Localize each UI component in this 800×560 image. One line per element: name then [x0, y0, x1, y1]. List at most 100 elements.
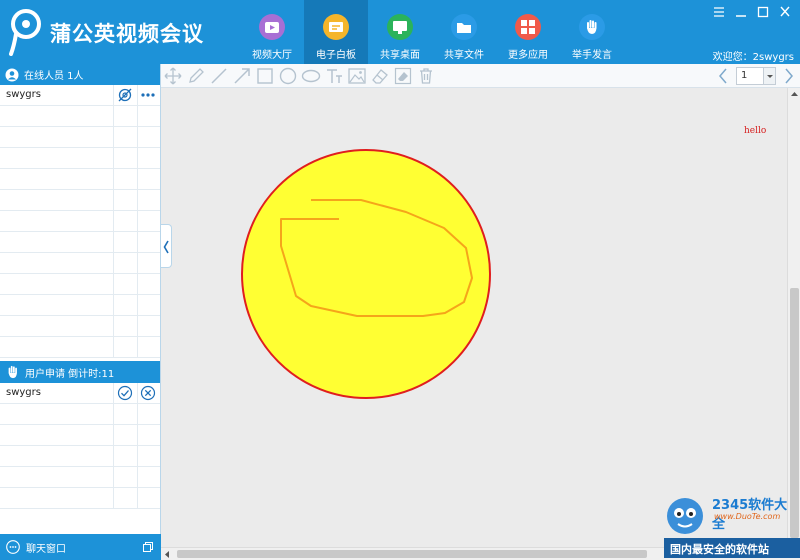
approve-icon[interactable] — [117, 385, 133, 401]
whiteboard-canvas[interactable]: hello — [161, 88, 787, 547]
user-request-list: swygrs — [0, 383, 160, 533]
clear-icon[interactable] — [393, 66, 413, 86]
user-name: swygrs — [6, 387, 41, 398]
nav-whiteboard[interactable]: 电子白板 — [304, 0, 368, 64]
delete-icon[interactable] — [416, 66, 436, 86]
nav-more-apps[interactable]: 更多应用 — [496, 0, 560, 64]
title-bar: 蒲公英视频会议 视频大厅 电子白板 共享桌面 共享文件 更多应用 举手发言 欢迎… — [0, 0, 800, 64]
prev-page-icon[interactable] — [716, 67, 730, 85]
list-item — [0, 190, 160, 211]
list-item — [0, 148, 160, 169]
list-item — [0, 211, 160, 232]
list-item — [0, 404, 160, 425]
nav-label: 视频大厅 — [252, 50, 292, 61]
list-item — [0, 446, 160, 467]
raise-hand-icon — [579, 14, 605, 40]
list-item[interactable]: swygrs — [0, 85, 160, 106]
page-select[interactable]: 1 — [736, 67, 776, 85]
online-users-title: 在线人员 1人 — [24, 71, 84, 82]
app-logo-icon — [9, 9, 41, 56]
list-item — [0, 337, 160, 358]
whiteboard-toolbar: 1 — [161, 64, 800, 88]
watermark: 2345软件大全 www.DuoTe.com 国内最安全的软件站 — [656, 490, 800, 560]
user-icon — [5, 68, 19, 81]
move-icon[interactable] — [163, 66, 183, 86]
list-item — [0, 316, 160, 337]
mascot-logo-icon — [667, 498, 703, 534]
rectangle-icon[interactable] — [255, 66, 275, 86]
list-item: swygrs — [0, 383, 160, 404]
online-users-header: 在线人员 1人 — [0, 64, 160, 85]
chat-window-label: 聊天窗口 — [26, 543, 66, 555]
video-hall-icon — [259, 14, 285, 40]
arrow-icon[interactable] — [232, 66, 252, 86]
watermark-tagline: 国内最安全的软件站 — [664, 538, 800, 558]
list-item — [0, 425, 160, 446]
sidebar: 在线人员 1人 swygrs 用户申请 倒计时:11 swygrs 聊天窗口 — [0, 64, 161, 560]
nav-raise-hand[interactable]: 举手发言 — [560, 0, 624, 64]
drawn-circle — [241, 149, 491, 399]
maximize-icon[interactable] — [754, 4, 772, 20]
user-request-header: 用户申请 倒计时:11 — [0, 361, 160, 383]
nav-label: 电子白板 — [316, 50, 356, 61]
minimize-icon[interactable] — [732, 4, 750, 20]
pencil-icon[interactable] — [186, 66, 206, 86]
list-item — [0, 488, 160, 509]
drawing-layer — [241, 149, 491, 399]
list-item — [0, 295, 160, 316]
close-icon[interactable] — [776, 4, 794, 20]
main-nav: 视频大厅 电子白板 共享桌面 共享文件 更多应用 举手发言 — [240, 0, 624, 64]
nav-video-hall[interactable]: 视频大厅 — [240, 0, 304, 64]
chevron-down-icon — [763, 68, 775, 84]
scroll-left-icon[interactable] — [161, 548, 173, 560]
nav-label: 更多应用 — [508, 50, 548, 61]
list-item — [0, 169, 160, 190]
page-number: 1 — [741, 70, 748, 81]
reject-icon[interactable] — [140, 385, 156, 401]
raise-hand-icon — [8, 365, 17, 379]
line-icon[interactable] — [209, 66, 229, 86]
share-desktop-icon — [387, 14, 413, 40]
collapse-sidebar-handle[interactable] — [161, 224, 172, 268]
watermark-url: www.DuoTe.com — [714, 512, 781, 521]
menu-icon[interactable] — [710, 4, 728, 20]
list-item — [0, 274, 160, 295]
eraser-icon[interactable] — [370, 66, 390, 86]
online-users-list: swygrs — [0, 85, 160, 361]
app-title: 蒲公英视频会议 — [50, 22, 204, 46]
nav-label: 共享文件 — [444, 50, 484, 61]
whiteboard-icon — [323, 14, 349, 40]
nav-label: 共享桌面 — [380, 50, 420, 61]
chat-window-bar[interactable]: 聊天窗口 — [0, 534, 161, 560]
circle-icon[interactable] — [278, 66, 298, 86]
list-item — [0, 106, 160, 127]
text-icon[interactable] — [324, 66, 344, 86]
chevron-left-icon — [163, 240, 169, 254]
user-request-title: 用户申请 倒计时:11 — [25, 368, 115, 380]
list-item — [0, 232, 160, 253]
camera-off-icon[interactable] — [117, 87, 133, 103]
nav-share-file[interactable]: 共享文件 — [432, 0, 496, 64]
image-icon[interactable] — [347, 66, 367, 86]
page-navigator: 1 — [716, 66, 796, 86]
next-page-icon[interactable] — [782, 67, 796, 85]
list-item — [0, 253, 160, 274]
nav-share-desktop[interactable]: 共享桌面 — [368, 0, 432, 64]
list-item — [0, 467, 160, 488]
vertical-scrollbar[interactable] — [787, 88, 800, 547]
window-controls — [710, 4, 794, 20]
more-options-icon[interactable] — [140, 87, 156, 103]
chat-icon — [6, 540, 20, 554]
more-apps-icon — [515, 14, 541, 40]
user-name: swygrs — [6, 89, 41, 100]
list-item — [0, 127, 160, 148]
welcome-text: 欢迎您：2swygrs — [712, 52, 794, 63]
share-file-icon — [451, 14, 477, 40]
restore-icon[interactable] — [143, 542, 153, 552]
text-annotation: hello — [744, 126, 767, 136]
online-grid: swygrs — [0, 85, 160, 358]
ellipse-icon[interactable] — [301, 66, 321, 86]
scroll-up-icon[interactable] — [788, 88, 800, 100]
nav-label: 举手发言 — [572, 50, 612, 61]
scroll-thumb[interactable] — [177, 550, 647, 558]
